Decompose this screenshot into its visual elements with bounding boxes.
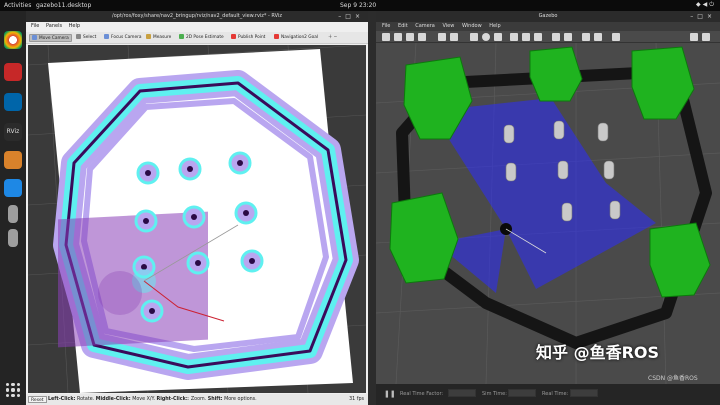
gazebo-scene xyxy=(376,43,720,384)
menu-file[interactable]: File xyxy=(31,22,39,31)
snap-icon[interactable] xyxy=(594,33,602,41)
usb-drive-icon[interactable] xyxy=(8,205,18,223)
publish-point-tool[interactable]: Publish Point xyxy=(229,34,267,42)
rviz-icon[interactable]: RViz xyxy=(4,123,22,141)
menu-view[interactable]: View xyxy=(442,22,454,31)
directional-light-icon[interactable] xyxy=(534,33,542,41)
real-time-field xyxy=(570,389,598,397)
window-controls[interactable]: –□× xyxy=(690,11,716,22)
desktop: Activities gazebo11.desktop Sep 9 23:20 … xyxy=(0,0,720,405)
chrome-icon[interactable] xyxy=(4,31,22,49)
sim-time-label: Sim Time: xyxy=(482,391,507,397)
maximize-icon[interactable]: □ xyxy=(697,13,707,20)
copy-icon[interactable] xyxy=(552,33,560,41)
select-icon xyxy=(76,34,81,39)
window-controls[interactable]: –□× xyxy=(338,11,364,22)
app-grid-icon[interactable] xyxy=(6,383,20,397)
gazebo-3d-view[interactable]: 知乎 @鱼香ROS CSDN @鱼香ROS xyxy=(376,43,720,384)
rotate-mode-icon[interactable] xyxy=(406,33,414,41)
system-tray[interactable]: ◆◀⏻ xyxy=(696,1,716,9)
move-camera-icon xyxy=(32,35,37,40)
menu-file[interactable]: File xyxy=(382,22,390,31)
gazebo-menubar: File Edit Camera View Window Help xyxy=(376,22,720,31)
align-icon[interactable] xyxy=(582,33,590,41)
menu-help[interactable]: Help xyxy=(489,22,500,31)
gnome-top-bar: Activities gazebo11.desktop Sep 9 23:20 … xyxy=(0,0,720,11)
measure-tool[interactable]: Measure xyxy=(144,34,173,42)
close-icon[interactable]: × xyxy=(707,13,716,20)
cylinder-shape-icon[interactable] xyxy=(494,33,502,41)
pose-estimate-tool[interactable]: 2D Pose Estimate xyxy=(177,34,226,42)
clock[interactable]: Sep 9 23:20 xyxy=(340,2,376,9)
undo-icon[interactable] xyxy=(438,33,446,41)
menu-window[interactable]: Window xyxy=(462,22,482,31)
app-menu[interactable]: gazebo11.desktop xyxy=(36,2,91,9)
gazebo-title: Gazebo xyxy=(538,13,558,19)
mouse-hint: Left-Click: Rotate. Middle-Click: Move X… xyxy=(48,397,257,402)
rviz-window: /opt/ros/foxy/share/nav2_bringup/rviz/na… xyxy=(26,11,368,405)
gazebo-titlebar[interactable]: Gazebo –□× xyxy=(376,11,720,22)
ruler-icon xyxy=(146,34,151,39)
real-time-label: Real Time: xyxy=(542,391,569,397)
close-icon[interactable]: × xyxy=(355,13,364,20)
rviz-statusbar: Reset Left-Click: Rotate. Middle-Click: … xyxy=(26,394,368,405)
menu-help[interactable]: Help xyxy=(69,22,80,31)
move-camera-tool[interactable]: Move Camera xyxy=(29,34,72,42)
watermark-zhihu: 知乎 @鱼香ROS xyxy=(536,343,660,362)
costmap-render xyxy=(28,45,366,393)
translate-mode-icon[interactable] xyxy=(394,33,402,41)
screenshot-icon[interactable] xyxy=(690,33,698,41)
focus-camera-tool[interactable]: Focus Camera xyxy=(102,34,144,42)
rtf-label: Real Time Factor: xyxy=(400,391,444,397)
menu-panels[interactable]: Panels xyxy=(46,22,62,31)
add-tool-button[interactable]: ＋ − xyxy=(326,34,339,42)
change-view-icon[interactable] xyxy=(612,33,620,41)
rviz-title: /opt/ros/foxy/share/nav2_bringup/rviz/na… xyxy=(112,13,282,19)
point-light-icon[interactable] xyxy=(510,33,518,41)
activities-button[interactable]: Activities xyxy=(4,2,31,9)
gazebo-toolbar xyxy=(376,31,720,43)
scale-mode-icon[interactable] xyxy=(418,33,426,41)
rviz-toolbar: Move Camera Select Focus Camera Measure … xyxy=(26,32,368,44)
robot-shadow xyxy=(98,271,142,315)
paste-icon[interactable] xyxy=(564,33,572,41)
power-icon: ⏻ xyxy=(709,1,716,8)
gazebo-statusbar: ❚❚ Real Time Factor: Sim Time: Real Time… xyxy=(376,384,720,405)
focus-camera-icon xyxy=(104,34,109,39)
arrow-icon xyxy=(179,34,184,39)
text-editor-icon[interactable] xyxy=(4,179,22,197)
network-icon: ◆ xyxy=(696,1,703,8)
watermark-csdn: CSDN @鱼香ROS xyxy=(648,375,698,382)
rviz-3d-view[interactable] xyxy=(28,45,366,393)
sim-time-field xyxy=(508,389,536,397)
spot-light-icon[interactable] xyxy=(522,33,530,41)
maximize-icon[interactable]: □ xyxy=(345,13,355,20)
sphere-shape-icon[interactable] xyxy=(482,33,490,41)
laser-scan xyxy=(431,98,656,293)
select-mode-icon[interactable] xyxy=(382,33,390,41)
menu-camera[interactable]: Camera xyxy=(415,22,435,31)
gazebo-icon[interactable] xyxy=(4,151,22,169)
terminal-icon[interactable] xyxy=(4,63,22,81)
menu-edit[interactable]: Edit xyxy=(398,22,408,31)
fps-readout: 31 fps xyxy=(349,397,364,402)
rtf-field xyxy=(448,389,476,397)
pin-icon xyxy=(231,34,236,39)
box-shape-icon[interactable] xyxy=(470,33,478,41)
log-icon[interactable] xyxy=(702,33,710,41)
navigation-goal-tool[interactable]: Navigation2 Goal xyxy=(272,34,320,42)
rviz-menubar: File Panels Help xyxy=(26,22,368,31)
usb-drive-icon-2[interactable] xyxy=(8,229,18,247)
dock: RViz xyxy=(0,11,26,405)
gazebo-window: Gazebo –□× File Edit Camera View Window … xyxy=(376,11,720,405)
reset-button[interactable]: Reset xyxy=(28,396,47,403)
vscode-icon[interactable] xyxy=(4,93,22,111)
pause-icon[interactable]: ❚❚ xyxy=(384,390,396,398)
redo-icon[interactable] xyxy=(450,33,458,41)
goal-arrow-icon xyxy=(274,34,279,39)
select-tool[interactable]: Select xyxy=(74,34,98,42)
rviz-titlebar[interactable]: /opt/ros/foxy/share/nav2_bringup/rviz/na… xyxy=(26,11,368,22)
